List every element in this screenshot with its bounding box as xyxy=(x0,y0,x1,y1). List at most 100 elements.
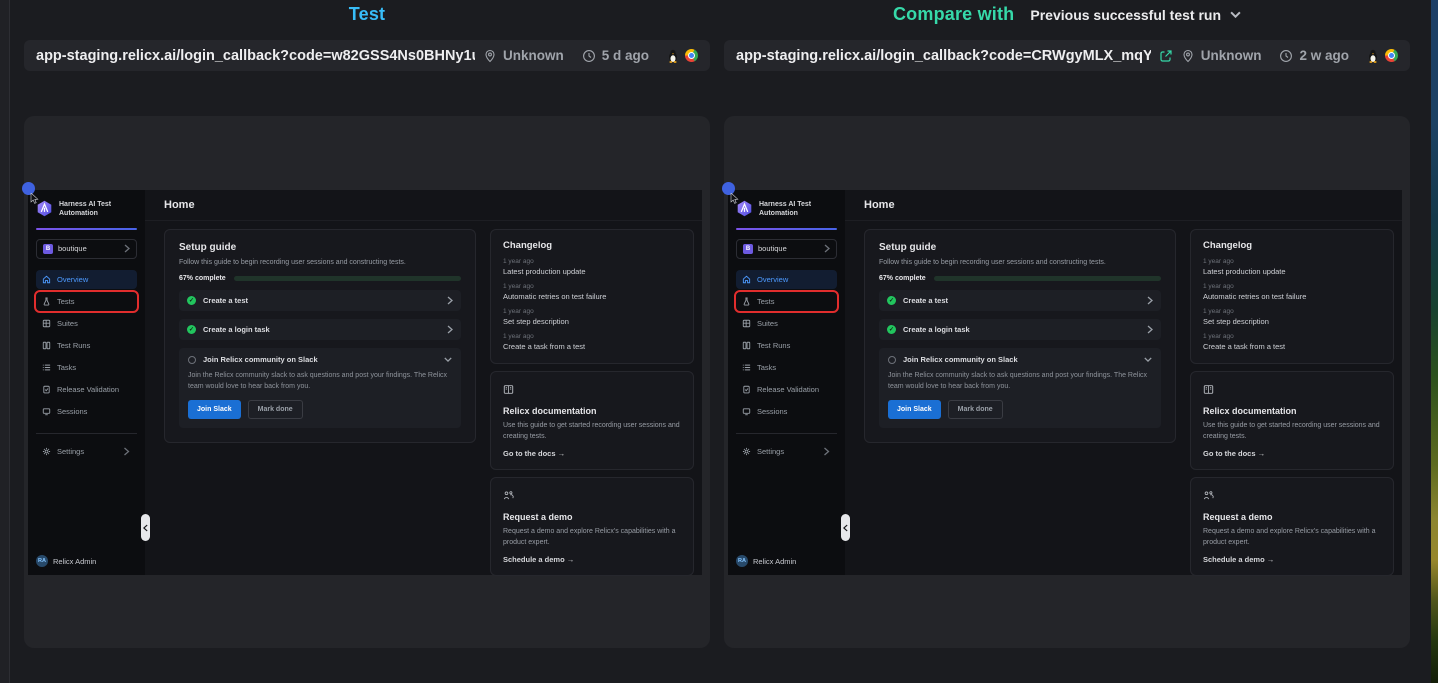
changelog-title: Changelog xyxy=(1203,240,1381,251)
test-run-title: Test xyxy=(24,4,710,25)
request-demo-title: Request a demo xyxy=(1203,512,1381,522)
documentation-card: Relicx documentation Use this guide to g… xyxy=(1190,371,1394,470)
setup-guide-card: Setup guide Follow this guide to begin r… xyxy=(164,229,476,443)
sidebar-collapse-handle[interactable] xyxy=(841,514,850,541)
clock-icon xyxy=(582,49,596,63)
setup-column: Setup guide Follow this guide to begin r… xyxy=(164,229,476,567)
sidebar-item-tests[interactable]: Tests xyxy=(736,292,837,311)
slack-step-header[interactable]: Join Relicx community on Slack xyxy=(188,355,452,364)
home-icon xyxy=(42,275,51,284)
main-body: Setup guide Follow this guide to begin r… xyxy=(145,221,702,575)
changelog-entry: 1 year ago Set step description xyxy=(1203,308,1381,326)
people-icon xyxy=(503,490,514,501)
mark-done-button[interactable]: Mark done xyxy=(248,400,303,419)
check-circle-icon: ✓ xyxy=(887,325,896,334)
sidebar-item-tasks[interactable]: Tasks xyxy=(36,358,137,377)
join-slack-button[interactable]: Join Slack xyxy=(888,400,941,419)
home-icon xyxy=(742,275,751,284)
left-edge-panel xyxy=(0,0,10,683)
sidebar-item-sessions[interactable]: Sessions xyxy=(736,402,837,421)
sidebar-item-test-runs[interactable]: Test Runs xyxy=(36,336,137,355)
url-text: app-staging.relicx.ai/login_callback?cod… xyxy=(36,48,475,64)
main-body: Setup guide Follow this guide to begin r… xyxy=(845,221,1402,575)
run-panel-left: Harness AI Test Automation B boutique Ov… xyxy=(24,116,710,648)
info-column: Changelog 1 year ago Latest production u… xyxy=(1190,229,1394,567)
sidebar-item-suites[interactable]: Suites xyxy=(736,314,837,333)
setup-column: Setup guide Follow this guide to begin r… xyxy=(864,229,1176,567)
progress-label: 67% complete xyxy=(179,275,226,282)
chevron-left-icon xyxy=(143,524,148,532)
setup-step-create-test[interactable]: ✓ Create a test xyxy=(879,290,1161,311)
user-row[interactable]: RA Relicx Admin xyxy=(736,555,837,567)
step-label: Join Relicx community on Slack xyxy=(903,355,1018,364)
sidebar-item-label: Tasks xyxy=(57,363,76,372)
setup-guide-description: Follow this guide to begin recording use… xyxy=(879,259,1161,266)
app-main: Home Setup guide Follow this guide to be… xyxy=(845,190,1402,575)
brand-divider xyxy=(36,228,137,230)
list-icon xyxy=(742,363,751,372)
setup-step-create-test[interactable]: ✓ Create a test xyxy=(179,290,461,311)
mark-done-button[interactable]: Mark done xyxy=(948,400,1003,419)
columns-icon xyxy=(742,341,751,350)
user-row[interactable]: RA Relicx Admin xyxy=(36,555,137,567)
changelog-entry: 1 year ago Automatic retries on test fai… xyxy=(1203,283,1381,301)
sidebar-item-tests[interactable]: Tests xyxy=(36,292,137,311)
empty-circle-icon xyxy=(888,356,896,364)
avatar: RA xyxy=(736,555,748,567)
sidebar-collapse-handle[interactable] xyxy=(141,514,150,541)
setup-step-join-slack: Join Relicx community on Slack Join the … xyxy=(179,348,461,428)
url-bar-left[interactable]: app-staging.relicx.ai/login_callback?cod… xyxy=(24,40,710,71)
sidebar-item-release-validation[interactable]: Release Validation xyxy=(736,380,837,399)
join-slack-button[interactable]: Join Slack xyxy=(188,400,241,419)
setup-step-create-login-task[interactable]: ✓ Create a login task xyxy=(879,319,1161,340)
schedule-demo-link[interactable]: Schedule a demo → xyxy=(503,555,681,564)
compare-run-value: Previous successful test run xyxy=(1030,7,1221,23)
go-to-docs-link[interactable]: Go to the docs → xyxy=(503,449,681,458)
url-bar-right[interactable]: app-staging.relicx.ai/login_callback?cod… xyxy=(724,40,1410,71)
sidebar-item-release-validation[interactable]: Release Validation xyxy=(36,380,137,399)
project-selector[interactable]: B boutique xyxy=(736,239,837,259)
sidebar-item-overview[interactable]: Overview xyxy=(736,270,837,289)
step-label: Create a login task xyxy=(203,325,270,334)
setup-guide-card: Setup guide Follow this guide to begin r… xyxy=(864,229,1176,443)
sidebar-item-label: Tasks xyxy=(757,363,776,372)
slack-step-header[interactable]: Join Relicx community on Slack xyxy=(888,355,1152,364)
sidebar-item-label: Settings xyxy=(757,447,784,456)
sidebar-item-overview[interactable]: Overview xyxy=(36,270,137,289)
schedule-demo-link[interactable]: Schedule a demo → xyxy=(1203,555,1381,564)
run-age: 5 d ago xyxy=(602,48,649,63)
chevron-down-icon xyxy=(1144,357,1152,362)
changelog-text: Create a task from a test xyxy=(503,342,681,351)
progress-bar xyxy=(234,276,461,281)
sidebar-item-tasks[interactable]: Tasks xyxy=(736,358,837,377)
user-name: Relicx Admin xyxy=(53,557,96,566)
sidebar-item-settings[interactable]: Settings xyxy=(736,442,837,461)
url-text: app-staging.relicx.ai/login_callback?cod… xyxy=(736,48,1151,64)
brand-name: Harness AI Test Automation xyxy=(59,200,125,219)
page-title: Home xyxy=(845,190,1402,221)
external-link-icon[interactable] xyxy=(1159,49,1173,63)
sidebar-item-suites[interactable]: Suites xyxy=(36,314,137,333)
sidebar-item-sessions[interactable]: Sessions xyxy=(36,402,137,421)
chevron-right-icon xyxy=(447,325,453,334)
sidebar-item-label: Release Validation xyxy=(757,385,819,394)
changelog-title: Changelog xyxy=(503,240,681,251)
request-demo-card: Request a demo Request a demo and explor… xyxy=(1190,477,1394,576)
linux-os-icon xyxy=(1367,49,1379,63)
clock-icon xyxy=(1279,49,1293,63)
changelog-time: 1 year ago xyxy=(1203,308,1381,315)
chevron-right-icon xyxy=(824,244,830,253)
go-to-docs-link[interactable]: Go to the docs → xyxy=(1203,449,1381,458)
compare-run-dropdown[interactable]: Previous successful test run xyxy=(1030,7,1241,23)
sidebar-item-test-runs[interactable]: Test Runs xyxy=(736,336,837,355)
step-label: Join Relicx community on Slack xyxy=(203,355,318,364)
chrome-browser-icon xyxy=(685,49,698,62)
project-selector[interactable]: B boutique xyxy=(36,239,137,259)
avatar: RA xyxy=(36,555,48,567)
setup-step-create-login-task[interactable]: ✓ Create a login task xyxy=(179,319,461,340)
chevron-left-icon xyxy=(843,524,848,532)
sidebar-item-label: Settings xyxy=(57,447,84,456)
request-demo-title: Request a demo xyxy=(503,512,681,522)
sidebar-item-settings[interactable]: Settings xyxy=(36,442,137,461)
user-name: Relicx Admin xyxy=(753,557,796,566)
